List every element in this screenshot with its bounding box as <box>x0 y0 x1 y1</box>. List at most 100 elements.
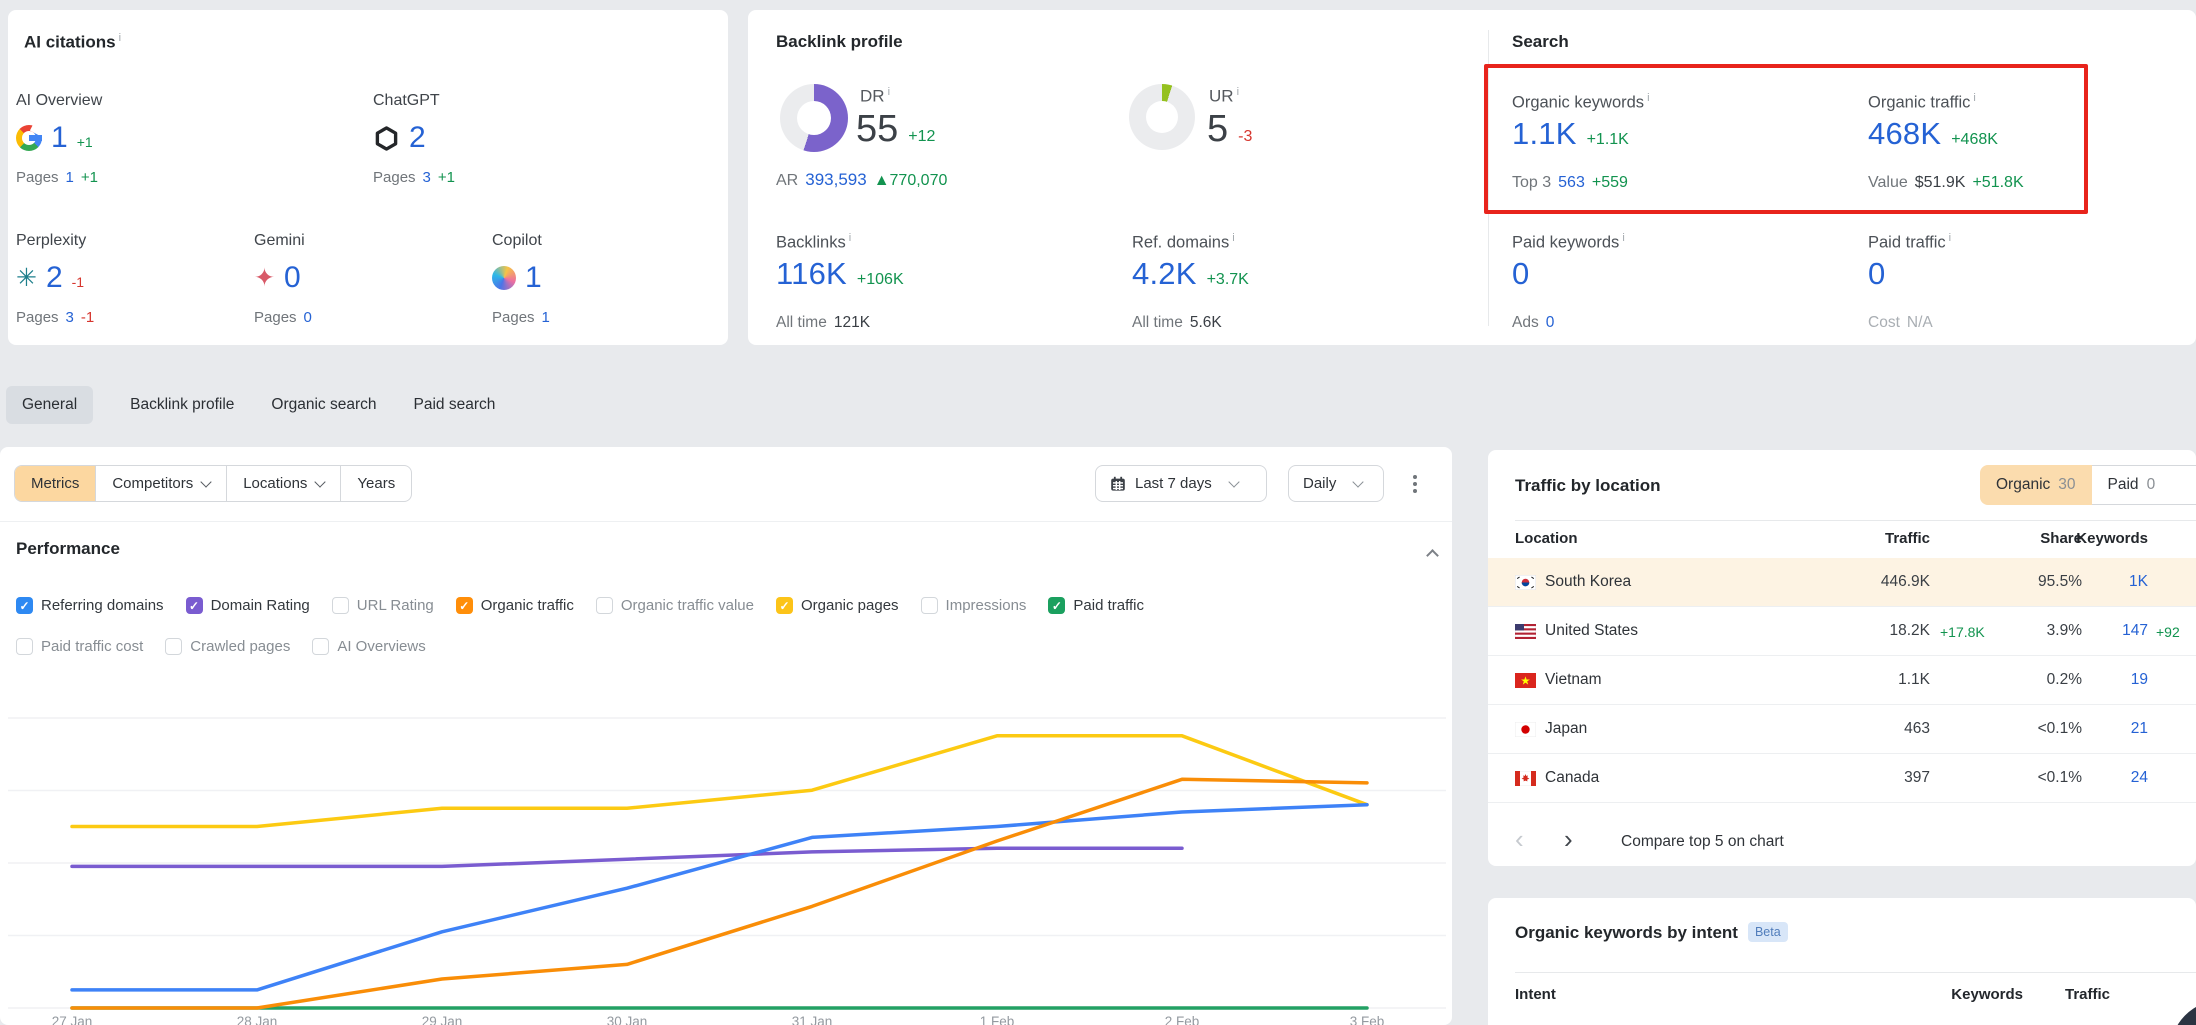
location-keywords-link[interactable]: 24 <box>2131 769 2148 787</box>
prev-page-icon[interactable]: ‹ <box>1515 824 1524 855</box>
copilot-icon <box>492 266 516 290</box>
performance-line-chart <box>0 647 1452 1025</box>
calendar-icon <box>1110 476 1126 492</box>
info-icon[interactable]: i <box>1949 232 1951 244</box>
ur-label: URi <box>1209 86 1239 107</box>
x-axis-label: 29 Jan <box>402 1014 482 1025</box>
keywords-by-intent-title: Organic keywords by intentBeta <box>1515 922 1788 943</box>
backlinks-label: Backlinksi <box>776 232 851 253</box>
ai-source-label: Gemini <box>254 232 484 250</box>
metric-checkbox-paid-traffic[interactable]: ✓Paid traffic <box>1048 597 1144 614</box>
ai-pages-count[interactable]: 3 <box>66 309 74 326</box>
info-icon[interactable]: i <box>849 232 851 244</box>
info-icon[interactable]: i <box>1622 232 1624 244</box>
paid-traffic-label: Paid traffici <box>1868 232 1951 253</box>
location-traffic: 1.1K <box>1898 671 1930 689</box>
ai-pages-row: Pages1 <box>492 309 722 326</box>
location-share: 0.2% <box>2047 671 2082 689</box>
ur-delta: -3 <box>1238 128 1252 146</box>
toggle-paid[interactable]: Paid 0 <box>2092 465 2196 505</box>
date-range-dropdown[interactable]: Last 7 days <box>1095 465 1267 502</box>
location-keywords-link[interactable]: 19 <box>2131 671 2148 689</box>
ref-domains-label: Ref. domainsi <box>1132 232 1235 253</box>
x-axis-label: 31 Jan <box>772 1014 852 1025</box>
x-axis-label: 2 Feb <box>1142 1014 1222 1025</box>
tab-organic-search[interactable]: Organic search <box>271 396 376 414</box>
location-traffic: 397 <box>1904 769 1930 787</box>
location-share: <0.1% <box>2038 720 2082 738</box>
paid-keywords-value[interactable]: 0 <box>1512 256 1529 292</box>
ai-citation-gemini: Gemini✦0Pages0 <box>254 232 484 326</box>
location-name: Vietnam <box>1545 671 1602 689</box>
granularity-dropdown[interactable]: Daily <box>1288 465 1384 502</box>
location-keywords-link[interactable]: 21 <box>2131 720 2148 738</box>
location-keywords-link[interactable]: 1K <box>2129 573 2148 591</box>
col-header-intent-keywords: Keywords <box>1951 986 2023 1003</box>
ai-citation-chatgpt: ChatGPT2Pages3+1 <box>373 92 603 186</box>
ai-citations-title: AI citationsi <box>24 32 121 53</box>
traffic-by-location-card: Traffic by location Organic 30 Paid 0 Lo… <box>1488 450 2196 866</box>
info-icon[interactable]: i <box>119 32 121 44</box>
competitors-dropdown[interactable]: Competitors <box>96 466 227 501</box>
ai-pages-count[interactable]: 0 <box>304 309 312 326</box>
chevron-down-icon <box>1228 476 1239 487</box>
ai-pages-count[interactable]: 1 <box>542 309 550 326</box>
info-icon[interactable]: i <box>1237 86 1239 98</box>
metric-checkbox-url-rating[interactable]: URL Rating <box>332 597 434 614</box>
tab-general[interactable]: General <box>6 386 93 424</box>
location-keywords-link[interactable]: 147 <box>2122 622 2148 640</box>
performance-title: Performance <box>16 539 120 559</box>
flag-canada-icon <box>1515 771 1536 786</box>
tab-paid-search[interactable]: Paid search <box>414 396 496 414</box>
paid-keywords-label: Paid keywordsi <box>1512 232 1625 253</box>
metric-checkbox-organic-pages[interactable]: ✓Organic pages <box>776 597 899 614</box>
location-name: United States <box>1545 622 1638 640</box>
location-traffic-delta: +17.8K <box>1940 624 1985 640</box>
chart-series-referring-domains <box>72 805 1367 990</box>
metrics-button[interactable]: Metrics <box>15 466 96 501</box>
years-button[interactable]: Years <box>341 466 411 501</box>
locations-dropdown[interactable]: Locations <box>227 466 341 501</box>
location-row-canada[interactable]: Canada397<0.1%24 <box>1488 754 2196 803</box>
compare-top5-link[interactable]: Compare top 5 on chart <box>1621 833 1784 851</box>
metric-checkbox-domain-rating[interactable]: ✓Domain Rating <box>186 597 310 614</box>
info-icon[interactable]: i <box>1232 232 1234 244</box>
paid-traffic-value-row: 0 <box>1868 256 1885 292</box>
location-keywords-delta: +92 <box>2156 624 2180 640</box>
ar-value[interactable]: 393,593 <box>805 170 866 190</box>
location-row-japan[interactable]: Japan463<0.1%21 <box>1488 705 2196 754</box>
backlinks-value[interactable]: 116K <box>776 256 847 292</box>
ar-delta: ▲770,070 <box>874 172 948 190</box>
toggle-organic[interactable]: Organic 30 <box>1980 465 2092 505</box>
metric-checkbox-impressions[interactable]: Impressions <box>921 597 1027 614</box>
metric-checkbox-organic-traffic-value[interactable]: Organic traffic value <box>596 597 754 614</box>
ads-row: Ads 0 <box>1512 314 1554 332</box>
tab-backlink-profile[interactable]: Backlink profile <box>130 396 234 414</box>
collapse-chevron-icon[interactable] <box>1426 549 1439 562</box>
location-row-south-korea[interactable]: South Korea446.9K95.5%1K <box>1488 558 2196 607</box>
location-row-vietnam[interactable]: Vietnam 1.1K 0.2% 19 <box>1488 656 2196 705</box>
dr-label: DRi <box>860 86 890 107</box>
location-row-united-states[interactable]: United States18.2K+17.8K3.9%147+92 <box>1488 607 2196 656</box>
ai-pages-count[interactable]: 1 <box>66 169 74 186</box>
flag-united-states-icon <box>1515 624 1536 639</box>
backlinks-value-row: 116K +106K <box>776 256 904 292</box>
metric-checkbox-organic-traffic[interactable]: ✓Organic traffic <box>456 597 574 614</box>
ai-pages-count[interactable]: 3 <box>423 169 431 186</box>
paid-traffic-value[interactable]: 0 <box>1868 256 1885 292</box>
ai-source-label: Perplexity <box>16 232 246 250</box>
next-page-icon[interactable]: › <box>1564 824 1573 855</box>
perplexity-icon: ✳ <box>16 266 37 291</box>
divider <box>1515 972 2196 973</box>
metric-checkbox-referring-domains[interactable]: ✓Referring domains <box>16 597 164 614</box>
backlink-profile-title: Backlink profile <box>776 32 903 52</box>
more-options-button[interactable] <box>1400 469 1430 499</box>
organic-paid-toggle: Organic 30 Paid 0 <box>1980 465 2196 505</box>
info-icon[interactable]: i <box>888 86 890 98</box>
ref-domains-value[interactable]: 4.2K <box>1132 256 1197 292</box>
ai-citation-perplexity: Perplexity✳2-1Pages3-1 <box>16 232 246 326</box>
col-header-location: Location <box>1515 530 1578 547</box>
chevron-down-icon <box>201 476 212 487</box>
flag-south-korea-icon <box>1515 575 1536 590</box>
ai-citation-count: 1 <box>525 261 542 295</box>
